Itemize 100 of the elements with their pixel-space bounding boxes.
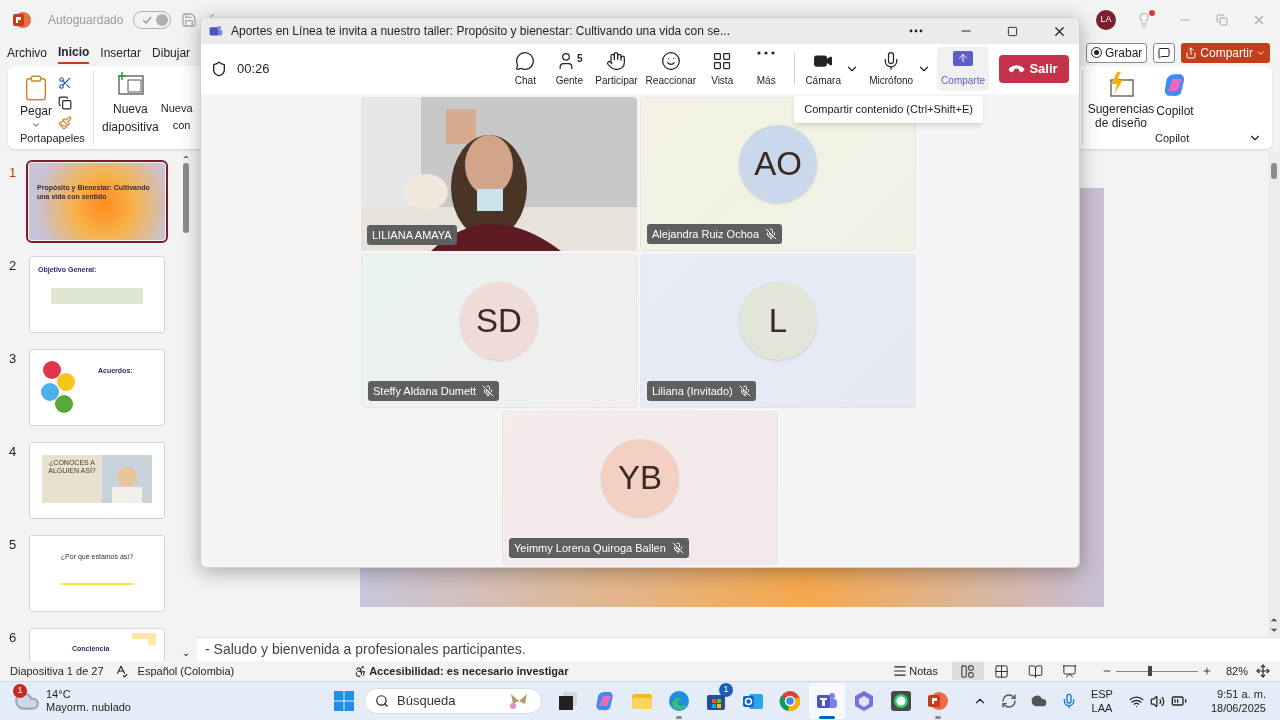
start-icon[interactable] (334, 691, 354, 711)
hexagon-app-icon[interactable] (853, 690, 875, 712)
cut-icon[interactable] (58, 76, 73, 90)
chat-icon (515, 50, 536, 71)
teams-icon (209, 24, 223, 38)
presentation-app-icon[interactable] (927, 690, 949, 712)
browser-icon[interactable] (668, 690, 690, 712)
notes-icon (893, 664, 908, 678)
autosave-label: Autoguardado (48, 12, 124, 29)
toolbar-button[interactable]: Reaccionar (641, 47, 701, 91)
search-field[interactable]: Búsqueda (364, 688, 542, 714)
share-button[interactable]: Compartir (1181, 42, 1270, 63)
slide-number: 5 (9, 536, 18, 554)
input-language[interactable]: ESP LAA (1090, 687, 1113, 715)
copilot-icon[interactable] (594, 690, 616, 712)
zoom-slider[interactable] (1115, 666, 1198, 676)
participant-name: Liliana (Invitado) (652, 383, 733, 399)
group-label: Portapapeles (19, 131, 86, 146)
zoom-level[interactable]: 82% (1225, 662, 1248, 680)
zoom-in-icon[interactable] (1201, 666, 1212, 676)
notes-button[interactable]: Notas (893, 662, 938, 680)
toolbar-button[interactable]: Cámara (801, 47, 846, 91)
design-ideas-icon (1107, 72, 1135, 98)
avatar: YB (601, 439, 679, 517)
avatar: AO (739, 125, 817, 203)
search-icon (375, 694, 389, 708)
toolbar-button[interactable]: Más (744, 47, 789, 91)
ribbon-tab[interactable]: Archivo (7, 41, 47, 64)
copy-icon[interactable] (58, 96, 73, 110)
normal-view-icon (960, 663, 976, 679)
participant-name: LILIANA AMAYA (372, 227, 452, 243)
sync-icon[interactable] (1000, 693, 1017, 709)
view-button[interactable] (951, 662, 984, 680)
grid-icon (712, 50, 733, 71)
chrome-icon[interactable] (779, 690, 801, 712)
toolbar-button[interactable]: Comparte (937, 47, 989, 91)
paste-button[interactable]: Pegar (20, 74, 53, 130)
caret-icon (31, 120, 41, 130)
task-view-icon[interactable] (557, 690, 579, 712)
comments-button[interactable] (1153, 42, 1176, 63)
weather-text: Mayorm. nublado (46, 701, 131, 714)
avatar: SD (460, 282, 538, 360)
clock[interactable]: 9:51 a. m. 18/06/2025 (1210, 687, 1266, 715)
new-slide-button[interactable]: Nueva diapositiva (94, 66, 161, 149)
ribbon-tab[interactable]: Dibujar (152, 41, 191, 64)
slide-number: 3 (9, 350, 18, 368)
corner-shape (132, 633, 156, 645)
language-label[interactable]: Español (Colombia) (137, 662, 235, 680)
previous-slide-icon[interactable] (1269, 615, 1279, 625)
ribbon-tab[interactable]: Inicio (58, 41, 90, 64)
scrollbar-thumb[interactable] (1271, 163, 1277, 179)
slide-number: 4 (9, 443, 18, 461)
notification-badge[interactable]: 1 (719, 683, 733, 697)
slide-number: 1 (9, 164, 18, 182)
scroll-down-icon[interactable] (182, 651, 190, 659)
slide-number: 6 (9, 629, 18, 647)
app-highlight[interactable] (809, 683, 845, 719)
ribbon-tab[interactable]: Insertar (100, 41, 142, 64)
scrollbar-thumb[interactable] (183, 163, 189, 233)
copilot-button[interactable]: Copilot (1153, 72, 1197, 130)
toolbar-button[interactable]: Vista (700, 47, 745, 91)
avatar: LA (1096, 10, 1116, 30)
progress-bar (61, 582, 133, 585)
volume-icon[interactable] (1149, 693, 1165, 709)
slide-sorter-icon (994, 663, 1010, 679)
accessibility-status[interactable]: Accesibilidad: es necesario investigar (369, 662, 569, 680)
toolbar-button[interactable]: Micrófono (865, 47, 918, 91)
slide-number: 2 (9, 257, 18, 275)
avatar: L (739, 282, 817, 360)
format-painter-icon[interactable] (58, 116, 73, 130)
wifi-icon[interactable] (1128, 693, 1144, 709)
fit-slide-icon[interactable] (1256, 664, 1270, 678)
cloud-icon[interactable] (1030, 693, 1047, 709)
chat-app-icon[interactable] (890, 690, 912, 712)
record-button[interactable]: Grabar (1085, 42, 1148, 63)
window-title: Aportes en Línea te invita a nuestro taller: Propósito y bienestar: Cultivando una vida con se... (231, 23, 730, 40)
more-icon[interactable] (909, 29, 923, 33)
toolbar-button[interactable]: Chat (503, 47, 548, 91)
maximize-button[interactable] (1007, 25, 1018, 37)
toolbar-button[interactable]: 5 Gente (547, 47, 592, 91)
comment-icon (1158, 46, 1171, 59)
temperature: 14°C (46, 688, 72, 701)
toolbar-button[interactable]: Participar (591, 47, 642, 91)
slide-count: Diapositiva 1 de 27 (10, 663, 104, 679)
next-slide-icon[interactable] (1269, 625, 1279, 635)
lightbulb-icon[interactable] (1136, 12, 1152, 28)
app-logo (12, 10, 32, 30)
tooltip: Compartir contenido (Ctrl+Shift+E) (794, 96, 983, 123)
battery-icon[interactable] (1170, 693, 1187, 709)
hand-icon (606, 50, 627, 71)
running-indicator[interactable] (819, 716, 835, 719)
accessibility-icon[interactable] (354, 664, 368, 678)
slideshow-icon (1062, 663, 1078, 679)
layout-button[interactable]: Nueva con (160, 66, 193, 149)
slider-thumb[interactable] (1147, 666, 1152, 676)
reading-view-icon (1028, 663, 1044, 679)
scroll-up-icon[interactable] (182, 153, 190, 161)
leave-button[interactable]: Salir (999, 55, 1069, 83)
smiley-icon (660, 50, 681, 71)
participant-name: Steffy Aldana Dumett (373, 383, 477, 399)
